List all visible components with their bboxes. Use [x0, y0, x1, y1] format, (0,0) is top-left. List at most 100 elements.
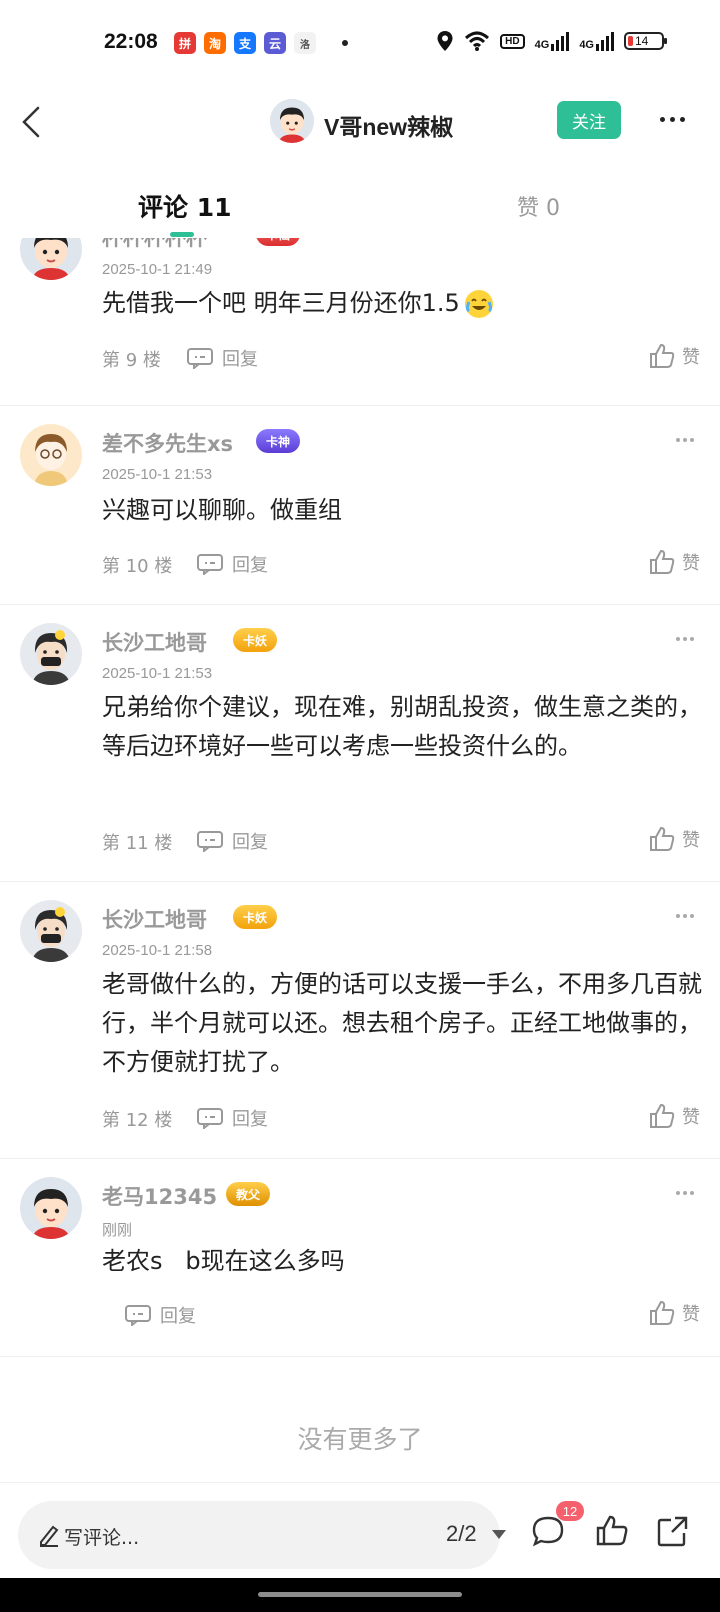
wifi-icon [465, 31, 490, 51]
avatar-image-icon [20, 238, 82, 280]
small-app-icon: 洛 [294, 32, 316, 54]
level-badge: 卡神 [256, 429, 301, 453]
like-button[interactable]: 赞 [648, 1299, 700, 1327]
comment-input-placeholder: 写评论... [64, 1527, 140, 1549]
more-notifications-dot-icon [342, 40, 348, 46]
comment-username[interactable]: 杯杯杯杯杯 [102, 238, 207, 252]
battery-icon: 14 [624, 32, 667, 50]
no-more-label: 没有更多了 [297, 1425, 423, 1454]
comment-input[interactable]: 写评论... 2/2 [18, 1501, 506, 1569]
status-bar: 22:08 拼 淘 支 云 洛 HD 4G 4G 14 [0, 0, 720, 90]
comment-item: 长沙工地哥 卡妖 2025-10-1 21:58 老哥做什么的，方便的话可以支援… [0, 882, 720, 1159]
like-button[interactable]: 赞 [648, 825, 700, 853]
home-indicator[interactable] [258, 1592, 462, 1597]
comment-floor: 第 12 楼 [102, 1110, 173, 1131]
network-type-2: 4G [579, 39, 594, 51]
taobao-app-icon: 淘 [204, 32, 226, 54]
reply-label: 回复 [222, 349, 258, 370]
avatar-image-icon [20, 424, 82, 486]
avatar-image-icon [20, 900, 82, 962]
crying-laugh-emoji-icon [464, 289, 494, 319]
thumbs-up-icon [650, 826, 675, 851]
alipay-app-icon: 支 [234, 32, 256, 54]
bottom-bar: 写评论... 2/2 12 [0, 1482, 720, 1578]
like-button[interactable]: 赞 [648, 342, 700, 370]
notification-icons: 拼 淘 支 云 洛 [174, 32, 348, 54]
reply-icon [187, 348, 213, 369]
back-button[interactable] [14, 100, 54, 144]
reply-button[interactable]: 回复 [186, 345, 258, 371]
comment-text: 兴趣可以聊聊。做重组 [102, 496, 342, 524]
comment-item: 长沙工地哥 卡妖 2025-10-1 21:53 兄弟给你个建议，现在难，别胡乱… [0, 605, 720, 882]
reply-button[interactable]: 回复 [196, 1105, 268, 1131]
like-button[interactable]: 赞 [648, 1102, 700, 1130]
like-button[interactable]: 赞 [648, 548, 700, 576]
comment-avatar[interactable] [20, 900, 82, 962]
network-type-1: 4G [534, 39, 550, 51]
chevron-left-icon [22, 106, 40, 138]
header: V哥new辣椒 关注 [0, 90, 720, 154]
reply-label: 回复 [232, 555, 268, 576]
reply-button[interactable]: 回复 [124, 1302, 196, 1328]
follow-button[interactable]: 关注 [557, 101, 621, 139]
comment-avatar[interactable] [20, 238, 82, 280]
like-label: 赞 [682, 830, 700, 851]
comment-text: 先借我一个吧 明年三月份还你1.5 [102, 284, 702, 323]
comment-floor: 第 9 楼 [102, 350, 161, 371]
reply-label: 回复 [232, 1109, 268, 1130]
comment-more-button[interactable] [676, 635, 698, 643]
comment-username[interactable]: 老马12345 [102, 1181, 217, 1211]
thumbs-up-icon [650, 343, 675, 368]
reply-button[interactable]: 回复 [196, 551, 268, 577]
comment-count-badge: 12 [556, 1501, 584, 1521]
tab-bar: 评论 11 赞 0 [0, 176, 720, 238]
comment-item: 老马12345 教父 刚刚 老农s b现在这么多吗 回复 赞 [0, 1159, 720, 1357]
comment-more-button[interactable] [676, 436, 698, 444]
comment-avatar[interactable] [20, 623, 82, 685]
reply-label: 回复 [232, 832, 268, 853]
comment-more-button[interactable] [676, 1189, 698, 1197]
more-options-button[interactable] [660, 112, 694, 126]
cloud-app-icon: 云 [264, 32, 286, 54]
comment-text: 老哥做什么的，方便的话可以支援一手么，不用多几百就行，半个月就可以还。想去租个房… [102, 970, 702, 1076]
reply-icon [197, 831, 223, 852]
comment-timestamp: 2025-10-1 21:49 [102, 261, 213, 278]
tab-active-indicator [170, 232, 194, 237]
comment-list[interactable]: 杯杯杯杯杯 卡仙 2025-10-1 21:49 先借我一个吧 明年三月份还你1… [0, 238, 720, 1500]
level-badge: 卡妖 [233, 905, 278, 929]
thumbs-up-icon[interactable] [594, 1513, 630, 1549]
like-label: 赞 [682, 347, 700, 368]
comment-text-content: 先借我一个吧 明年三月份还你1.5 [102, 289, 460, 317]
caret-down-icon[interactable] [492, 1530, 506, 1539]
system-nav-bar [0, 1578, 720, 1612]
comment-username[interactable]: 长沙工地哥 [102, 904, 207, 934]
reply-icon [197, 554, 223, 575]
comment-floor: 第 10 楼 [102, 556, 173, 577]
comment-floor: 第 11 楼 [102, 833, 173, 854]
signal-icon-2: 4G [579, 31, 614, 51]
avatar-image-icon [20, 1177, 82, 1239]
signal-icon: 4G [535, 31, 570, 51]
hd-badge: HD [500, 33, 525, 49]
tab-likes[interactable]: 赞 0 [517, 190, 560, 222]
comment-username[interactable]: 长沙工地哥 [102, 627, 207, 657]
page-indicator[interactable]: 2/2 [446, 1521, 477, 1547]
comment-avatar[interactable] [20, 1177, 82, 1239]
pencil-icon [40, 1525, 59, 1547]
share-icon[interactable] [655, 1513, 691, 1549]
comment-username[interactable]: 差不多先生xs [102, 428, 233, 458]
thumbs-up-icon [650, 1300, 675, 1325]
status-time: 22:08 [104, 30, 158, 53]
comment-timestamp: 2025-10-1 21:53 [102, 665, 213, 682]
more-dots-icon [660, 116, 665, 122]
level-badge: 卡仙 [256, 238, 301, 246]
comment-avatar[interactable] [20, 424, 82, 486]
thumbs-up-icon [650, 549, 675, 574]
thumbs-up-icon [650, 1103, 675, 1128]
comment-more-button[interactable] [676, 912, 698, 920]
reply-button[interactable]: 回复 [196, 828, 268, 854]
header-avatar[interactable] [270, 99, 314, 143]
comment-text: 兄弟给你个建议，现在难，别胡乱投资，做生意之类的，等后边环境好一些可以考虑一些投… [102, 693, 702, 760]
reply-icon [197, 1108, 223, 1129]
tab-comments[interactable]: 评论 11 [138, 188, 232, 224]
